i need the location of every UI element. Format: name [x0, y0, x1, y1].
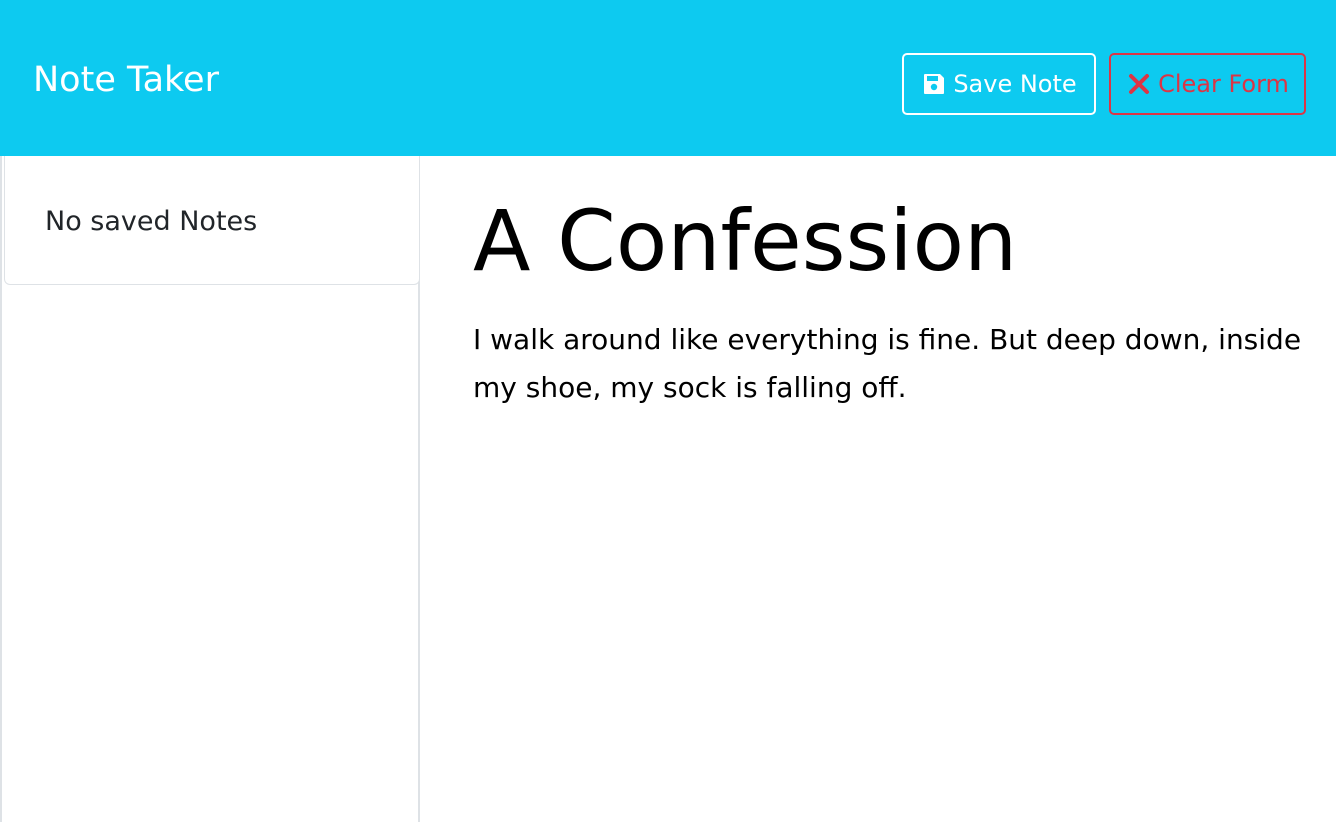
save-note-button[interactable]: Save Note: [902, 53, 1096, 115]
clear-form-label: Clear Form: [1158, 70, 1289, 98]
note-text-area[interactable]: I walk around like everything is fine. B…: [473, 316, 1323, 412]
app-brand[interactable]: Note Taker: [33, 56, 219, 104]
navbar: Note Taker Save Note Clear Form: [0, 0, 1336, 156]
floppy-disk-icon: [921, 71, 947, 97]
clear-form-button[interactable]: Clear Form: [1109, 53, 1306, 115]
save-note-label: Save Note: [953, 70, 1077, 98]
list-item-label: No saved Notes: [45, 206, 258, 237]
x-icon: [1126, 71, 1152, 97]
list-item[interactable]: No saved Notes: [4, 156, 420, 285]
note-title-input[interactable]: A Confession: [473, 186, 1017, 296]
note-editor: A Confession I walk around like everythi…: [420, 156, 1336, 822]
notes-sidebar: No saved Notes: [0, 156, 420, 822]
